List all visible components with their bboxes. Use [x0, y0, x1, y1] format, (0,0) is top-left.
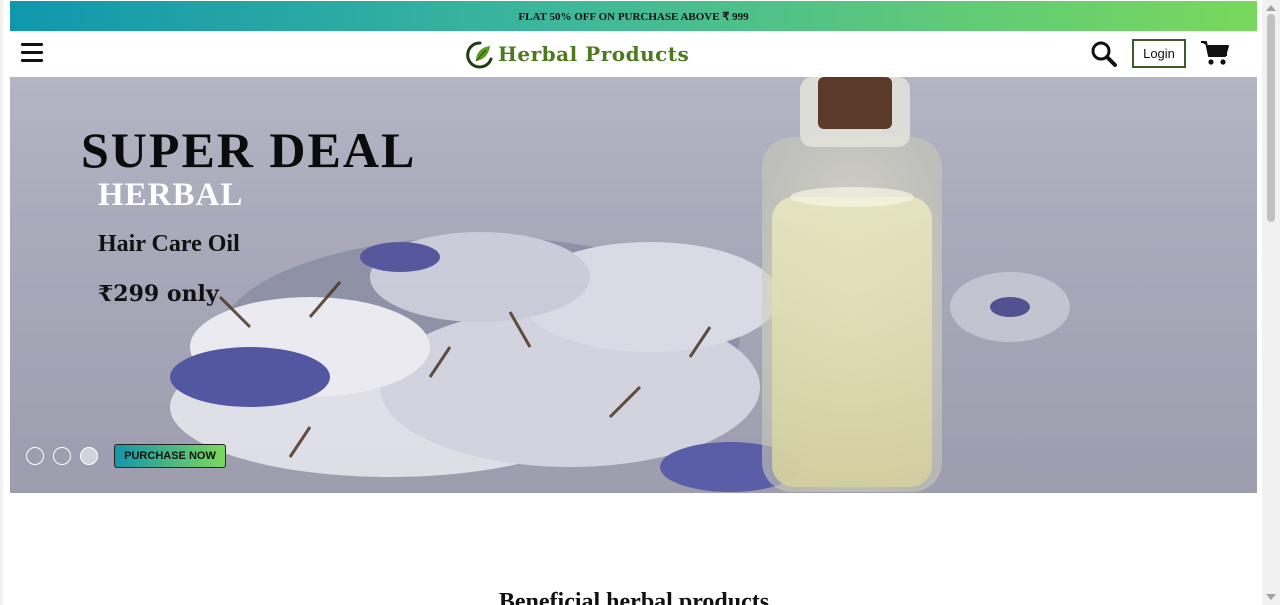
search-icon[interactable] [1090, 40, 1118, 68]
hero-subtitle: HERBAL [98, 177, 244, 213]
scroll-down-arrow-icon[interactable] [1266, 594, 1276, 600]
promo-text: FLAT 50% OFF ON PURCHASE ABOVE ₹ 999 [518, 10, 749, 23]
section-title: Beneficial herbal products [498, 589, 770, 605]
hero-banner: SUPER DEAL HERBAL Hair Care Oil ₹299 onl… [10, 77, 1257, 493]
hero-price: ₹299 only [98, 281, 219, 307]
vertical-scrollbar[interactable] [1262, 0, 1280, 605]
page: FLAT 50% OFF ON PURCHASE ABOVE ₹ 999 Her… [3, 0, 1262, 605]
logo-text: Herbal Products [498, 42, 690, 66]
purchase-now-button[interactable]: PURCHASE NOW [114, 444, 226, 468]
carousel-dot-2[interactable] [53, 447, 71, 465]
hero-product-name: Hair Care Oil [98, 231, 240, 257]
carousel-dot-3[interactable] [80, 447, 98, 465]
leaf-logo-icon [466, 41, 493, 69]
scroll-thumb[interactable] [1267, 14, 1275, 222]
login-button[interactable]: Login [1132, 39, 1186, 68]
logo[interactable]: Herbal Products [464, 37, 689, 71]
site-header: Herbal Products Login [10, 31, 1257, 77]
hero-title: SUPER DEAL [81, 122, 417, 178]
cart-icon[interactable] [1200, 39, 1230, 67]
promo-bar: FLAT 50% OFF ON PURCHASE ABOVE ₹ 999 [10, 1, 1257, 31]
menu-icon[interactable] [21, 43, 43, 63]
carousel-dot-1[interactable] [26, 447, 44, 465]
scroll-up-arrow-icon[interactable] [1266, 5, 1276, 11]
